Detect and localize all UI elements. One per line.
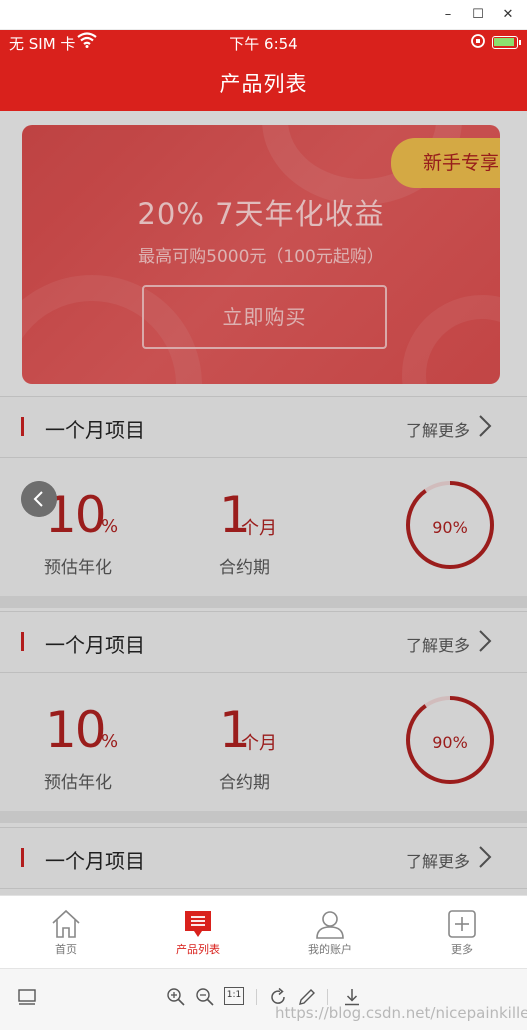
list-icon [185,911,211,937]
divider [0,811,527,823]
app-window: – ☐ ✕ 无 SIM 卡 下午 6:54 产品列表 新手专享 20% 7天年化… [0,0,527,1030]
actual-size-button[interactable]: 1:1 [224,987,244,1005]
zoom-in-icon[interactable] [166,987,186,1007]
maximize-button[interactable]: ☐ [466,4,490,26]
promo-banner[interactable]: 新手专享 20% 7天年化收益 最高可购5000元（100元起购） 立即购买 [22,125,500,384]
buy-now-button[interactable]: 立即购买 [142,285,387,349]
chevron-right-icon[interactable] [477,413,493,439]
term-unit: 个月 [241,733,277,754]
plus-square-icon [448,910,476,938]
tab-home[interactable]: 首页 [0,896,132,969]
status-bar: 无 SIM 卡 下午 6:54 [0,30,527,55]
back-icon[interactable] [21,481,57,517]
close-button[interactable]: ✕ [496,4,520,26]
device-icon[interactable] [17,987,37,1007]
product-card-body: 10 % 预估年化 1 个月 合约期 90% [0,458,527,596]
user-icon [316,911,344,939]
tab-bar: 首页 产品列表 我的账户 更多 [0,895,527,968]
product-list[interactable]: 新手专享 20% 7天年化收益 最高可购5000元（100元起购） 立即购买 一… [0,111,527,895]
battery-icon [492,36,521,49]
banner-headline: 20% 7天年化收益 [137,197,385,231]
tab-label: 首页 [55,943,77,956]
home-icon [52,909,80,938]
divider [0,596,527,608]
section-marker [21,632,24,651]
tab-product-list[interactable]: 产品列表 [132,896,264,969]
term-label: 合约期 [219,773,270,793]
product-title: 一个月项目 [45,849,145,873]
section-marker [21,848,24,867]
rotation-lock-icon [471,34,485,48]
product-card-body: 10 % 预估年化 1 个月 合约期 90% [0,673,527,811]
tab-my-account[interactable]: 我的账户 [264,896,396,969]
chevron-right-icon[interactable] [477,628,493,654]
product-card-header: 一个月项目 了解更多 [0,827,527,889]
product-title: 一个月项目 [45,418,145,442]
tab-label: 我的账户 [308,943,352,956]
newbie-badge: 新手专享 [391,138,500,188]
annual-rate-unit: % [101,731,119,752]
learn-more-link[interactable]: 了解更多 [406,848,470,872]
product-card[interactable]: 一个月项目 了解更多 10 % 预估年化 1 个月 合约期 90% [0,611,527,811]
window-title-bar: – ☐ ✕ [0,0,527,30]
section-marker [21,417,24,436]
annual-rate-value: 10 [45,701,107,759]
clock: 下午 6:54 [229,35,298,53]
tab-label: 更多 [451,943,473,956]
product-card-header: 一个月项目 了解更多 [0,396,527,458]
banner-subline: 最高可购5000元（100元起购） [138,247,384,267]
toolbar-separator [256,989,257,1005]
product-card[interactable]: 一个月项目 了解更多 [0,827,527,895]
term-unit: 个月 [241,518,277,539]
minimize-button[interactable]: – [436,4,460,26]
chevron-right-icon[interactable] [477,844,493,870]
progress-text: 90% [432,733,468,752]
product-card-header: 一个月项目 了解更多 [0,611,527,673]
progress-text: 90% [432,518,468,537]
banner-decoration [402,295,500,384]
toolbar-separator [327,989,328,1005]
header: 无 SIM 卡 下午 6:54 产品列表 [0,30,527,111]
viewer-toolbar: 1:1 https://blog.csdn.net/nicepainkiller [0,968,527,1030]
tab-more[interactable]: 更多 [396,896,527,969]
term-label: 合约期 [219,558,270,578]
learn-more-link[interactable]: 了解更多 [406,417,470,441]
page-title: 产品列表 [219,72,308,96]
annual-rate-label: 预估年化 [44,773,112,793]
zoom-out-icon[interactable] [195,987,215,1007]
watermark: https://blog.csdn.net/nicepainkiller [275,1004,527,1022]
annual-rate-label: 预估年化 [44,558,112,578]
tab-label: 产品列表 [176,943,220,956]
learn-more-link[interactable]: 了解更多 [406,632,470,656]
product-card[interactable]: 一个月项目 了解更多 10 % 预估年化 1 个月 合约期 90% [0,396,527,596]
annual-rate-unit: % [101,516,119,537]
product-title: 一个月项目 [45,633,145,657]
